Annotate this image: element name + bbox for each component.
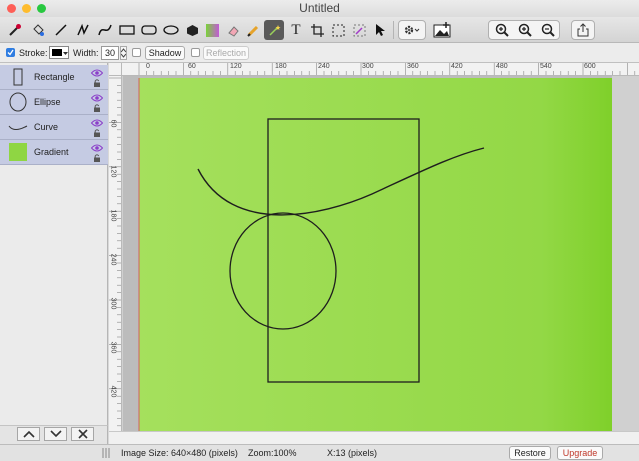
ruler-label: 240	[318, 63, 330, 70]
close-window-button[interactable]	[7, 4, 16, 13]
lock-icon[interactable]	[94, 103, 100, 115]
layers-panel: Rectangle Ellipse Curve Gradient	[0, 63, 108, 425]
ruler-label: 120	[230, 63, 242, 70]
zoom-readout: Zoom:100%	[248, 448, 297, 458]
image-insert-icon[interactable]	[430, 20, 454, 40]
ellipse-thumb	[8, 92, 28, 112]
ruler-label: 420	[109, 385, 117, 398]
gradient-layer[interactable]	[139, 78, 612, 431]
horizontal-ruler: 0 60 120 180 240 300 360 420 480 540 600	[122, 63, 639, 76]
image-size-readout: Image Size: 640×480 (pixels)	[121, 448, 238, 458]
ruler-label: 240	[109, 253, 117, 266]
ellipse-icon[interactable]	[161, 20, 181, 40]
zoom-controls	[488, 20, 560, 40]
width-stepper[interactable]	[120, 46, 127, 60]
zoom-out-icon[interactable]	[541, 23, 555, 40]
restore-button[interactable]: Restore	[509, 446, 551, 460]
toolbar: T	[0, 17, 639, 43]
stroke-color-well[interactable]	[49, 46, 69, 59]
lock-icon[interactable]	[94, 153, 100, 165]
ruler-label: 180	[109, 209, 117, 222]
ruler-label: 360	[109, 341, 117, 354]
ruler-corner	[109, 63, 122, 76]
rounded-rectangle-icon[interactable]	[139, 20, 159, 40]
drawing-canvas[interactable]	[122, 76, 639, 431]
magic-select-icon[interactable]	[350, 20, 368, 40]
layer-name: Gradient	[34, 147, 69, 157]
layer-gradient[interactable]: Gradient	[0, 140, 108, 165]
width-label: Width:	[73, 48, 99, 58]
pencil-icon[interactable]	[244, 20, 262, 40]
gradient-icon[interactable]	[203, 20, 221, 40]
ruler-label: 300	[362, 63, 374, 70]
ruler-label: 420	[451, 63, 463, 70]
move-layer-down-icon[interactable]	[44, 427, 67, 441]
paint-bucket-icon[interactable]	[28, 20, 48, 40]
lock-icon[interactable]	[94, 128, 100, 140]
stroke-label: Stroke:	[19, 48, 48, 58]
width-input[interactable]: 30	[101, 46, 119, 60]
ruler-label: 540	[540, 63, 552, 70]
magic-wand-icon[interactable]	[264, 20, 284, 40]
ruler-label: 60	[188, 63, 196, 70]
text-icon[interactable]: T	[287, 20, 305, 40]
cursor-position-readout: X:13 (pixels)	[327, 448, 378, 458]
ruler-label: 480	[496, 63, 508, 70]
vertical-ruler: 60 120 180 240 300 360 420	[109, 76, 122, 431]
ruler-label: 300	[109, 297, 117, 310]
gradient-thumb	[8, 142, 28, 162]
window-title: Untitled	[299, 1, 340, 15]
ruler-label: 600	[584, 63, 596, 70]
upgrade-button[interactable]: Upgrade	[557, 446, 603, 460]
ruler-label: 120	[109, 165, 117, 178]
toolbar-separator	[393, 21, 394, 39]
ruler-label: 360	[407, 63, 419, 70]
lock-icon[interactable]	[94, 78, 100, 90]
rectangle-thumb	[8, 67, 28, 87]
move-layer-up-icon[interactable]	[17, 427, 40, 441]
delete-layer-icon[interactable]	[71, 427, 94, 441]
polygon-icon[interactable]	[183, 20, 201, 40]
zoom-in-icon[interactable]	[518, 23, 532, 40]
reflection-checkbox[interactable]	[191, 48, 200, 57]
crop-icon[interactable]	[308, 20, 326, 40]
share-icon[interactable]	[571, 20, 595, 40]
polyline-icon[interactable]	[73, 20, 93, 40]
layer-name: Curve	[34, 122, 59, 132]
line-icon[interactable]	[51, 20, 71, 40]
layer-rectangle[interactable]: Rectangle	[0, 65, 108, 90]
layer-controls	[0, 425, 108, 444]
stroke-color-swatch	[52, 49, 62, 56]
options-bar: Stroke: Width: 30 Shadow Reflection	[0, 43, 639, 63]
bezier-curve-icon[interactable]	[95, 20, 115, 40]
minimize-window-button[interactable]	[22, 4, 31, 13]
selection-icon[interactable]	[329, 20, 347, 40]
rectangle-icon[interactable]	[117, 20, 137, 40]
resize-grip-icon[interactable]	[101, 447, 111, 459]
eyedropper-icon[interactable]	[5, 20, 25, 40]
layer-name: Rectangle	[34, 72, 75, 82]
ruler-label: 60	[109, 119, 117, 128]
zoom-window-button[interactable]	[37, 4, 46, 13]
shadow-button[interactable]: Shadow	[145, 46, 185, 60]
ruler-label: 0	[146, 63, 150, 70]
layer-curve[interactable]: Curve	[0, 115, 108, 140]
reflection-button[interactable]: Reflection	[203, 46, 249, 60]
pointer-icon[interactable]	[371, 20, 389, 40]
stroke-checkbox[interactable]	[6, 48, 15, 57]
gear-icon[interactable]	[398, 20, 426, 40]
ruler-label: 180	[275, 63, 287, 70]
canvas-area[interactable]	[122, 76, 639, 431]
curve-thumb	[8, 117, 28, 137]
title-bar: Untitled	[0, 0, 639, 17]
eraser-icon[interactable]	[224, 20, 242, 40]
layer-name: Ellipse	[34, 97, 61, 107]
layer-ellipse[interactable]: Ellipse	[0, 90, 108, 115]
status-bar: Image Size: 640×480 (pixels) Zoom:100% X…	[0, 444, 639, 461]
shadow-checkbox[interactable]	[132, 48, 141, 57]
horizontal-scrollbar[interactable]	[109, 431, 639, 444]
zoom-actual-icon[interactable]	[495, 23, 509, 40]
